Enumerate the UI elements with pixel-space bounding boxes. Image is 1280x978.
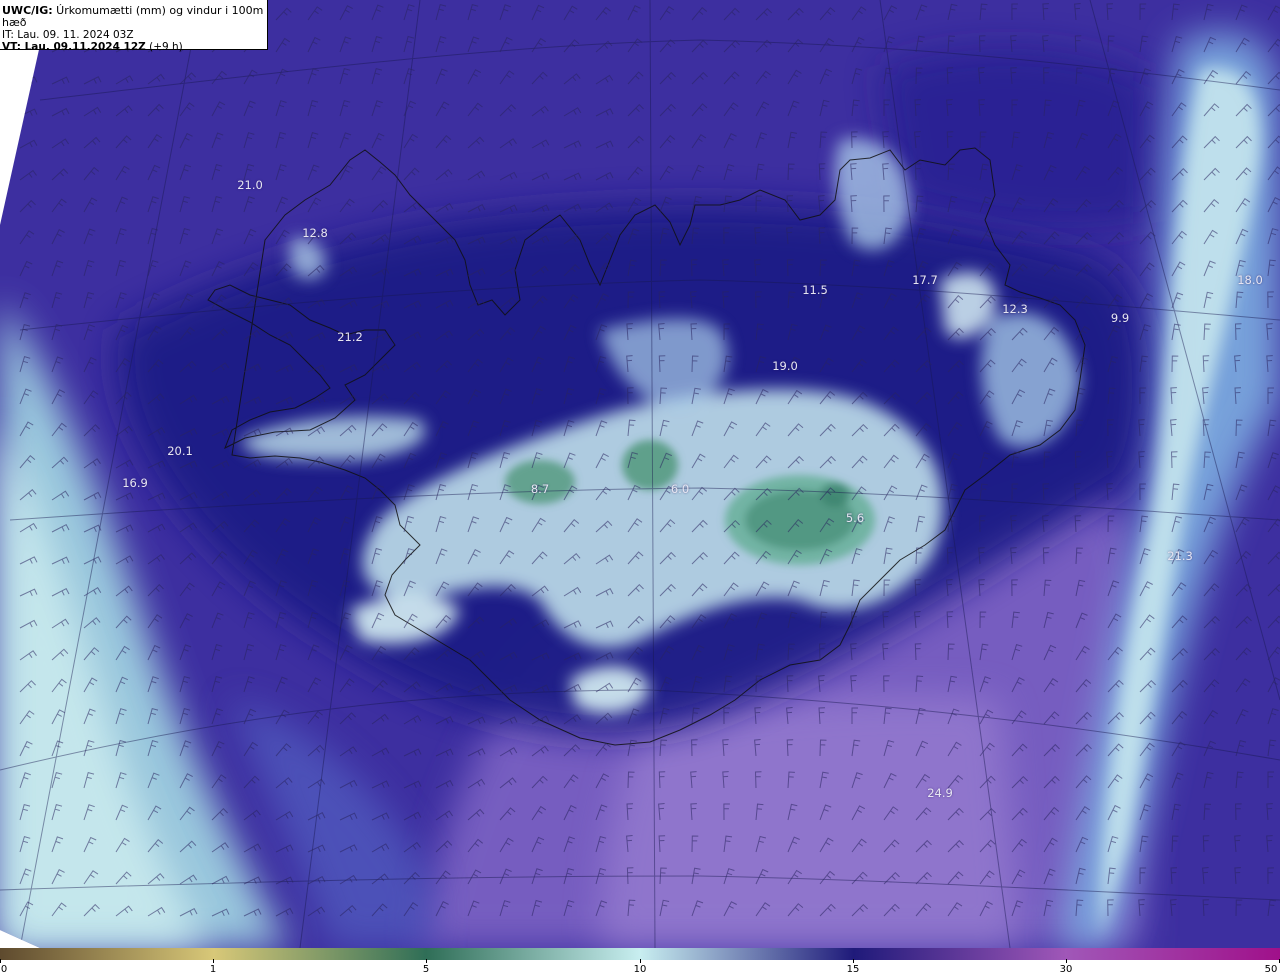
precipitation-wind-map (0, 0, 1280, 948)
map-value-label: 21.2 (337, 330, 363, 344)
map-value-label: 11.5 (802, 282, 828, 297)
map-value-label: 5.6 (845, 510, 865, 525)
header-vt-offset: (+9 h) (145, 41, 183, 53)
colorbar-tick-label: 0 (0, 964, 8, 975)
map-value-label: 21.3 (1167, 548, 1193, 563)
colorbar-tick-label: 15 (846, 964, 860, 975)
header-vt-prefix: VT: (2, 41, 21, 53)
colorbar-tick-label: 10 (633, 964, 647, 975)
colorbar-tick-label: 5 (422, 964, 430, 975)
map-value-label: 24.9 (927, 786, 953, 800)
header-valid-time-line: VT: Lau. 09.11.2024 12Z (+9 h) (2, 41, 267, 53)
colorbar-tick-mark (213, 959, 214, 963)
map-area: UWC/IG: Úrkomumætti (mm) og vindur i 100… (0, 0, 1280, 948)
colorbar-tick-label: 50 (1264, 964, 1278, 975)
header-init-time: IT: Lau. 09. 11. 2024 03Z (2, 29, 134, 41)
map-value-label: 21.0 (237, 178, 263, 192)
map-header: UWC/IG: Úrkomumætti (mm) og vindur i 100… (0, 0, 268, 53)
map-value-label: 18.0 (1237, 273, 1263, 287)
colorbar-tick-label: 30 (1059, 964, 1073, 975)
header-vt-value: Lau. 09.11.2024 12Z (20, 41, 146, 53)
map-value-label: 12.3 (1002, 301, 1028, 316)
map-value-label: 6.0 (670, 482, 690, 496)
map-value-label: 8.7 (530, 482, 550, 496)
colorbar-tick-label: 1 (209, 964, 217, 975)
colorbar-tick-mark (0, 959, 1, 963)
map-value-label: 17.7 (912, 273, 938, 287)
map-value-label: 16.9 (122, 476, 148, 491)
colorbar-tick-mark (426, 959, 427, 963)
map-value-label: 20.1 (167, 444, 193, 458)
map-value-label: 12.8 (302, 225, 328, 240)
header-title-line: UWC/IG: Úrkomumætti (mm) og vindur i 100… (2, 5, 267, 29)
colorbar-tick-mark (1066, 959, 1067, 963)
map-value-label: 9.9 (1110, 311, 1130, 325)
colorbar-tick-mark (853, 959, 854, 963)
map-value-label: 19.0 (772, 358, 798, 373)
colorbar-tick-mark (640, 959, 641, 963)
